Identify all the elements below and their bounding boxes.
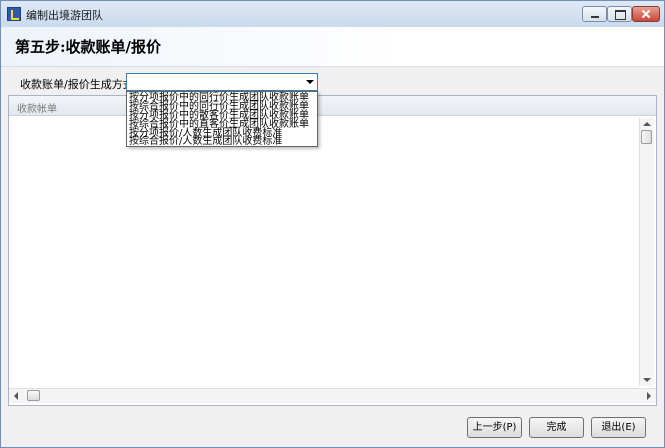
title-bar: 编制出境游团队 (1, 1, 664, 27)
scroll-up-icon[interactable] (643, 122, 651, 126)
maximize-button[interactable] (607, 6, 632, 22)
vertical-scrollbar[interactable] (639, 118, 654, 386)
vertical-scroll-thumb[interactable] (641, 130, 652, 144)
step-title: 第五步:收款账单/报价 (15, 38, 162, 56)
step-header: 第五步:收款账单/报价 (1, 27, 664, 67)
panel-title: 收款帐单 (17, 104, 57, 115)
window-title: 编制出境游团队 (26, 9, 103, 22)
minimize-button[interactable] (582, 6, 607, 22)
wizard-window: 编制出境游团队 第五步:收款账单/报价 收款账单/报价生成方式: 收款帐单 按分… (0, 0, 665, 448)
scroll-down-icon[interactable] (643, 378, 651, 382)
receipt-bill-panel: 收款帐单 (8, 95, 657, 406)
scroll-right-icon[interactable] (647, 392, 651, 400)
generation-method-label: 收款账单/报价生成方式: (20, 78, 138, 91)
generation-method-dropdown: 按分项报价中的同行价生成团队收款账单 按综合报价中的同行价生成团队收款账单 按分… (126, 91, 318, 147)
finish-button[interactable]: 完成 (529, 417, 584, 438)
chevron-down-icon[interactable] (306, 80, 314, 84)
horizontal-scroll-thumb[interactable] (27, 390, 40, 401)
close-button[interactable] (632, 6, 660, 22)
scroll-left-icon[interactable] (14, 392, 18, 400)
generation-method-select[interactable] (126, 73, 318, 91)
dropdown-option[interactable]: 按综合报价/人数生成团队收费标准 (129, 137, 282, 147)
app-icon (7, 7, 21, 21)
exit-button[interactable]: 退出(E) (591, 417, 646, 438)
horizontal-scrollbar[interactable] (9, 388, 656, 403)
previous-step-button[interactable]: 上一步(P) (467, 417, 522, 438)
panel-header: 收款帐单 (9, 96, 656, 116)
